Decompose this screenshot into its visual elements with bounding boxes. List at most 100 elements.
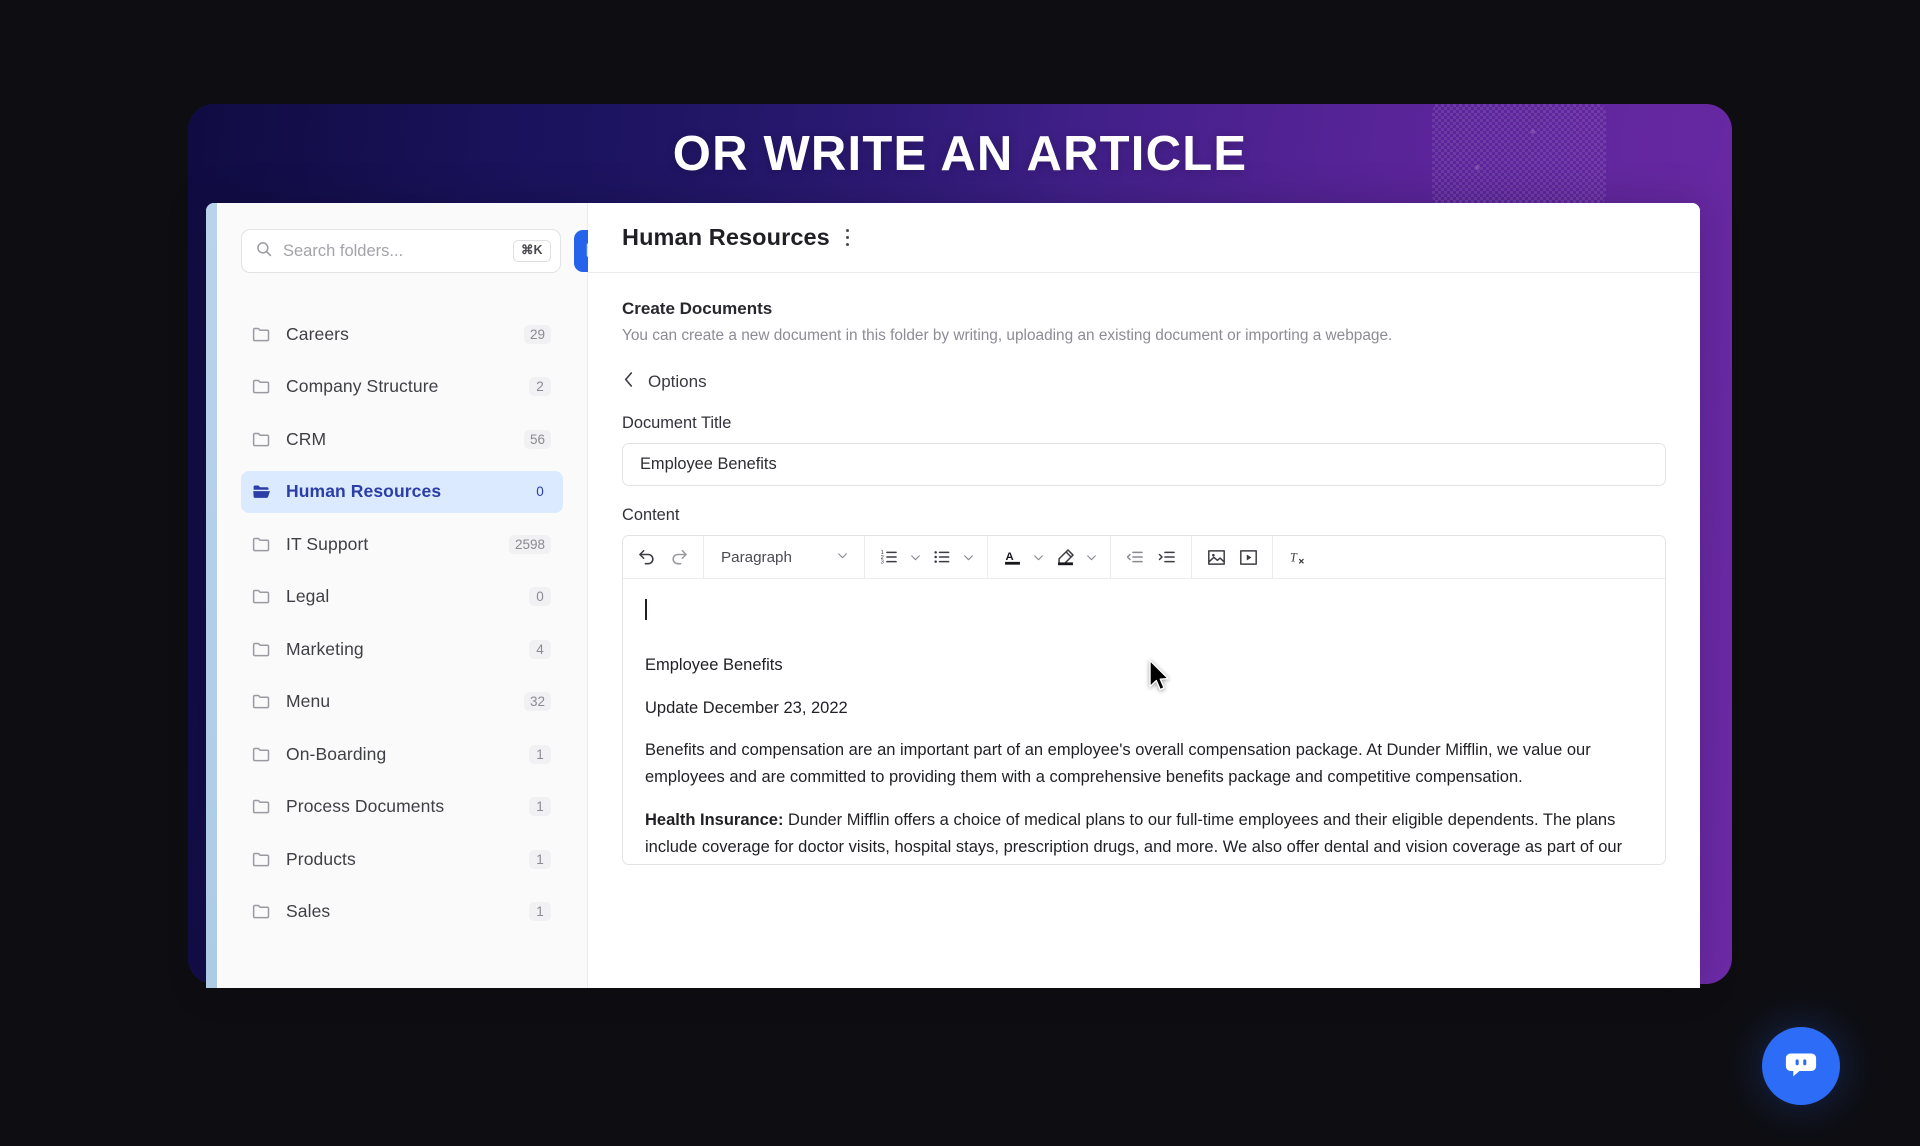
- document-title-label: Document Title: [622, 414, 732, 432]
- main-panel: Human Resources Create Documents You can…: [588, 203, 1700, 988]
- window-edge-rail: [206, 203, 217, 988]
- folder-count: 32: [523, 692, 551, 711]
- folder-label: Menu: [286, 691, 331, 711]
- svg-text:3: 3: [881, 560, 884, 566]
- folder-item-products[interactable]: Products 1: [241, 838, 563, 880]
- folder-open-icon: [251, 481, 272, 502]
- doc-paragraph-intro: Benefits and compensation are an importa…: [645, 741, 1591, 787]
- folder-icon: [251, 639, 272, 660]
- folder-count: 2: [529, 377, 551, 396]
- ordered-list-icon[interactable]: 1 2 3: [874, 542, 904, 572]
- content-label: Content: [622, 506, 680, 524]
- svg-text:T: T: [1289, 550, 1297, 564]
- folder-label: Sales: [286, 901, 331, 921]
- editor-content-area[interactable]: Employee Benefits Update December 23, 20…: [623, 579, 1665, 864]
- doc-update-line: Update December 23, 2022: [645, 698, 848, 717]
- folder-item-legal[interactable]: Legal 0: [241, 576, 563, 618]
- highlight-icon[interactable]: [1050, 542, 1080, 572]
- folder-list: Careers 29 Company Structure 2 CRM 56 Hu…: [241, 313, 563, 943]
- indent-icon[interactable]: [1152, 542, 1182, 572]
- chevron-left-icon: [622, 370, 635, 394]
- editor-caret-line: [645, 599, 1643, 638]
- redo-icon[interactable]: [664, 542, 694, 572]
- app-window: ⌘K Caree: [206, 203, 1700, 988]
- video-icon[interactable]: [1233, 542, 1263, 572]
- folder-item-process-documents[interactable]: Process Documents 1: [241, 786, 563, 828]
- sidebar-search-row: ⌘K: [241, 229, 616, 273]
- folder-label: CRM: [286, 428, 327, 449]
- folder-count: 4: [529, 639, 551, 659]
- folder-item-menu[interactable]: Menu 32: [241, 681, 563, 723]
- folder-icon: [251, 429, 272, 450]
- folder-icon: [251, 534, 272, 555]
- chevron-down-icon[interactable]: [1029, 542, 1048, 572]
- section-description: You can create a new document in this fo…: [622, 327, 1393, 344]
- folder-item-it-support[interactable]: IT Support 2598: [241, 523, 563, 565]
- sidebar: ⌘K Caree: [217, 203, 616, 988]
- main-header: Human Resources: [588, 203, 1700, 273]
- folder-icon: [251, 376, 272, 397]
- search-input[interactable]: [283, 241, 503, 261]
- chevron-down-icon[interactable]: [1082, 542, 1101, 572]
- folder-count: 0: [529, 587, 551, 606]
- folder-item-marketing[interactable]: Marketing 4: [241, 628, 563, 670]
- paragraph-style-select[interactable]: Paragraph: [713, 542, 855, 572]
- folder-item-careers[interactable]: Careers 29: [241, 313, 563, 355]
- clear-format-icon[interactable]: T: [1282, 542, 1312, 572]
- text-color-icon[interactable]: A: [997, 542, 1027, 572]
- folder-icon: [251, 796, 272, 817]
- chevron-down-icon[interactable]: [959, 542, 978, 572]
- outdent-icon[interactable]: [1120, 542, 1150, 572]
- folder-icon: [251, 324, 272, 345]
- toolbar-group-media: [1192, 536, 1273, 578]
- search-icon: [255, 240, 273, 263]
- page-title: Human Resources: [622, 224, 830, 250]
- image-icon[interactable]: [1201, 542, 1231, 572]
- folder-icon: [251, 586, 272, 607]
- folder-label: Legal: [286, 586, 330, 606]
- text-caret: [645, 599, 647, 620]
- folder-icon: [251, 744, 272, 765]
- toolbar-group-style: Paragraph: [704, 536, 865, 578]
- options-back-button[interactable]: Options: [622, 370, 1666, 394]
- folder-count: 56: [523, 429, 551, 449]
- paragraph-style-value: Paragraph: [721, 548, 792, 566]
- doc-heading: Employee Benefits: [645, 656, 783, 674]
- chat-bubble-icon: [1781, 1044, 1821, 1089]
- more-options-icon[interactable]: [843, 225, 853, 251]
- folder-label: Process Documents: [286, 796, 445, 816]
- search-box[interactable]: ⌘K: [241, 229, 561, 273]
- section-title: Create Documents: [622, 299, 773, 318]
- doc-health-label: Health Insurance:: [645, 810, 784, 829]
- toolbar-group-lists: 1 2 3: [865, 536, 988, 578]
- document-title-input[interactable]: [622, 443, 1666, 486]
- folder-count: 1: [529, 849, 551, 869]
- chat-bot-button[interactable]: [1762, 1027, 1840, 1105]
- search-shortcut-badge: ⌘K: [513, 239, 551, 263]
- chevron-down-icon[interactable]: [906, 542, 925, 572]
- bullet-list-icon[interactable]: [927, 542, 957, 572]
- folder-count: 1: [529, 744, 551, 764]
- folder-item-sales[interactable]: Sales 1: [241, 891, 563, 933]
- folder-item-crm[interactable]: CRM 56: [241, 418, 563, 460]
- folder-count: 1: [529, 902, 551, 921]
- svg-text:A: A: [1005, 551, 1013, 563]
- folder-label: Products: [286, 848, 356, 869]
- toolbar-group-color: A: [988, 536, 1111, 578]
- folder-label: Careers: [286, 323, 349, 344]
- doc-health-text: Dunder Mifflin offers a choice of medica…: [645, 810, 1623, 856]
- folder-label: Human Resources: [286, 481, 442, 501]
- undo-icon[interactable]: [632, 542, 662, 572]
- rich-text-editor: Paragraph 1 2 3 A T Employee Benefits Up…: [622, 535, 1666, 865]
- folder-label: On-Boarding: [286, 743, 387, 764]
- editor-toolbar: Paragraph 1 2 3 A T: [623, 536, 1665, 579]
- folder-item-company-structure[interactable]: Company Structure 2: [241, 366, 563, 408]
- folder-item-on-boarding[interactable]: On-Boarding 1: [241, 733, 563, 775]
- folder-icon: [251, 901, 272, 922]
- folder-item-human-resources[interactable]: Human Resources 0: [241, 470, 563, 513]
- folder-count: 29: [523, 324, 551, 344]
- folder-label: Company Structure: [286, 376, 439, 396]
- folder-icon: [251, 691, 272, 712]
- toolbar-group-indent: [1111, 536, 1192, 578]
- doc-paragraph-health: Health Insurance: Dunder Mifflin offers …: [645, 807, 1643, 864]
